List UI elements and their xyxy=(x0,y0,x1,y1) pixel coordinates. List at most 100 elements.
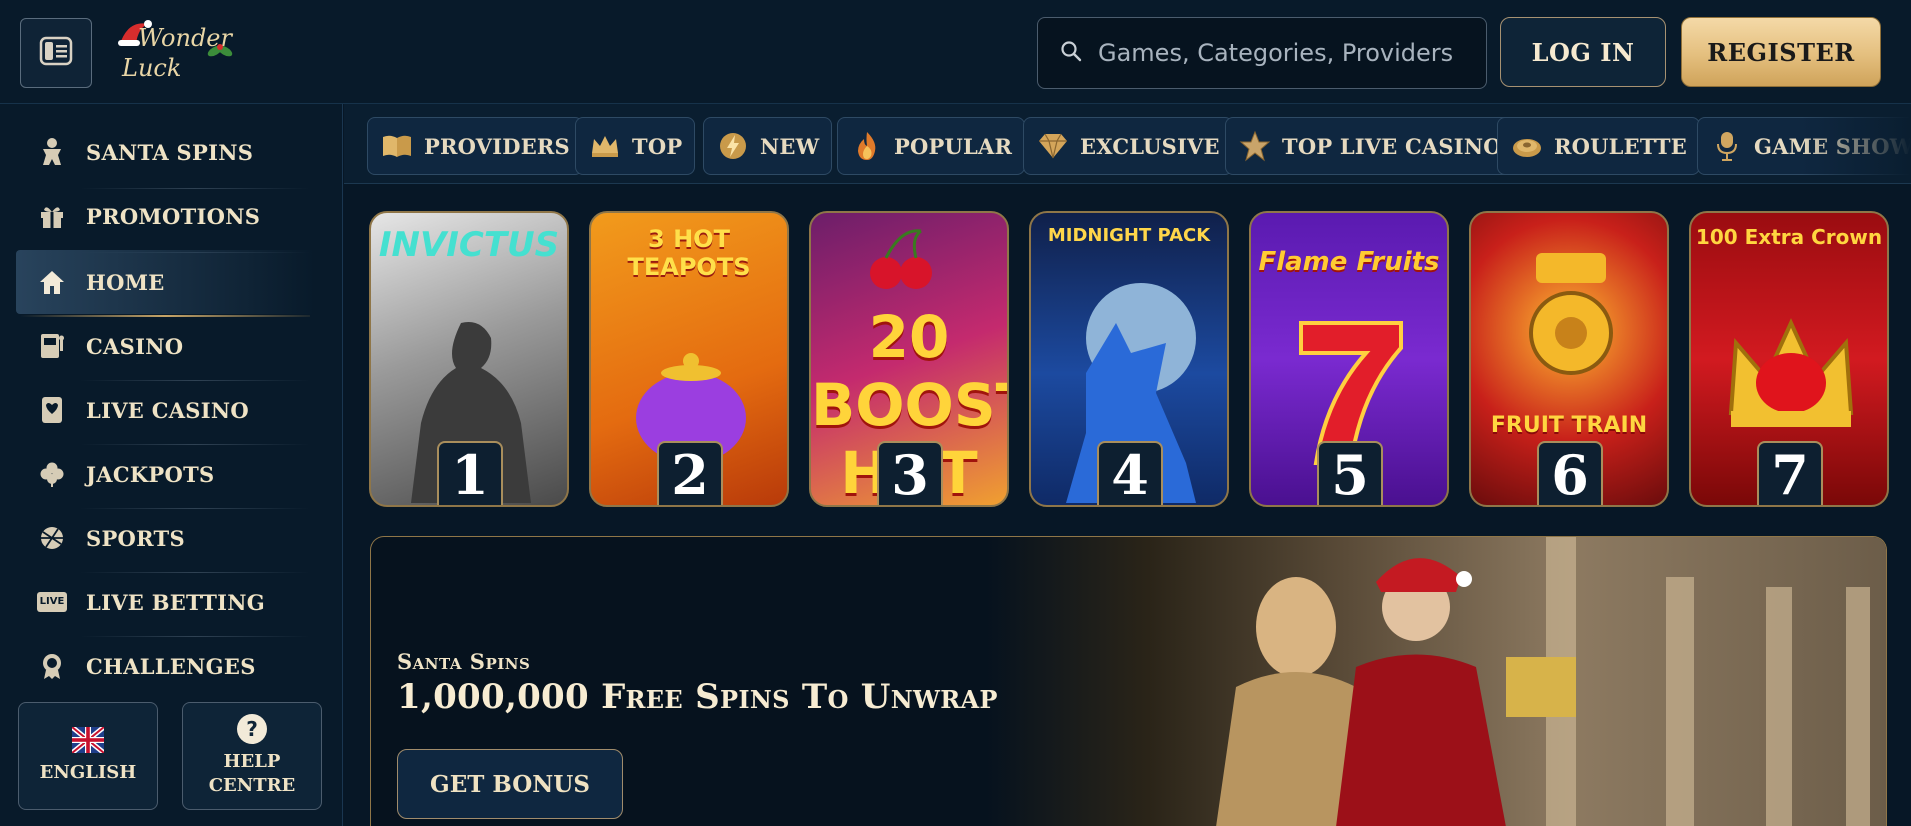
logo-text-luck: Luck xyxy=(122,54,182,82)
category-new[interactable]: NEW xyxy=(703,117,833,175)
register-button[interactable]: REGISTER xyxy=(1681,17,1881,87)
lightning-icon xyxy=(716,129,750,163)
category-top[interactable]: TOP xyxy=(575,117,696,175)
banner-scene-art xyxy=(1216,537,1870,826)
category-exclusive[interactable]: EXCLUSIVE xyxy=(1023,117,1233,175)
sidebar-item-label: LIVE CASINO xyxy=(86,397,249,423)
gingerbread-icon xyxy=(32,132,72,172)
sidebar-item-label: SANTA SPINS xyxy=(86,139,254,165)
sidebar-item-live-betting[interactable]: LIVE LIVE BETTING xyxy=(16,570,316,634)
sidebar-item-promotions[interactable]: PROMOTIONS xyxy=(16,184,316,248)
game-rank: 7 xyxy=(1757,441,1823,505)
help-centre-button[interactable]: ? HELP CENTRE xyxy=(182,702,322,810)
language-label: ENGLISH xyxy=(39,761,137,783)
game-card[interactable]: MIDNIGHT PACK 4 xyxy=(1029,211,1229,507)
sidebar-item-jackpots[interactable]: JACKPOTS xyxy=(16,442,316,506)
sidebar-item-home[interactable]: HOME xyxy=(16,250,316,314)
game-card[interactable]: Flame Fruits 5 xyxy=(1249,211,1449,507)
search-icon xyxy=(1060,40,1082,66)
game-title: INVICTUS xyxy=(378,225,560,265)
star-icon xyxy=(1238,129,1272,163)
cherry-art xyxy=(870,229,932,289)
uk-flag-icon xyxy=(72,726,104,753)
sidebar-item-label: JACKPOTS xyxy=(86,461,215,487)
sidebar-item-label: LIVE BETTING xyxy=(86,589,266,615)
game-card[interactable]: 3 HOT TEAPOTS 2 xyxy=(589,211,789,507)
category-fade xyxy=(1801,104,1911,183)
category-label: PROVIDERS xyxy=(424,133,570,159)
game-title: MIDNIGHT PACK xyxy=(1047,225,1211,246)
clover-icon xyxy=(32,454,72,494)
game-card[interactable]: 20 BOOST HOT 3 xyxy=(809,211,1009,507)
game-rank: 3 xyxy=(877,441,943,505)
category-label: EXCLUSIVE xyxy=(1080,133,1220,159)
game-title: 3 HOT TEAPOTS xyxy=(627,225,751,281)
sidebar-item-label: PROMOTIONS xyxy=(86,203,261,229)
game-card[interactable]: INVICTUS 1 xyxy=(369,211,569,507)
train-art xyxy=(1529,253,1613,375)
sidebar-item-challenges[interactable]: CHALLENGES xyxy=(16,634,316,698)
login-button[interactable]: LOG IN xyxy=(1500,17,1666,87)
gift-icon xyxy=(32,196,72,236)
medal-icon xyxy=(32,646,72,686)
category-label: NEW xyxy=(760,133,820,159)
category-label: ROULETTE xyxy=(1554,133,1687,159)
category-label: TOP xyxy=(632,133,683,159)
sidebar-item-santa-spins[interactable]: SANTA SPINS xyxy=(16,120,316,184)
help-label-line1: HELP xyxy=(223,750,281,772)
sidebar-item-label: HOME xyxy=(86,269,165,295)
category-popular[interactable]: POPULAR xyxy=(837,117,1026,175)
live-badge: LIVE xyxy=(37,592,67,612)
category-top-live-casino[interactable]: TOP LIVE CASINO xyxy=(1225,117,1515,175)
playing-card-icon xyxy=(32,390,72,430)
holly-icon xyxy=(207,44,233,57)
sidebar: SANTA SPINS PROMOTIONS HOME CASINO LIVE … xyxy=(0,104,343,826)
game-card[interactable]: 100 Extra Crown 7 xyxy=(1689,211,1889,507)
search-input[interactable]: Games, Categories, Providers xyxy=(1037,17,1487,89)
game-card[interactable]: FRUIT TRAIN 6 xyxy=(1469,211,1669,507)
game-rank: 5 xyxy=(1317,441,1383,505)
banner-image xyxy=(986,537,1886,826)
game-rank: 1 xyxy=(437,441,503,505)
category-providers[interactable]: PROVIDERS xyxy=(367,117,583,175)
slot-machine-icon xyxy=(32,326,72,366)
sidebar-item-sports[interactable]: SPORTS xyxy=(16,506,316,570)
roulette-icon xyxy=(1510,129,1544,163)
question-icon: ? xyxy=(237,713,267,744)
game-rank: 2 xyxy=(657,441,723,505)
crown-icon xyxy=(588,129,622,163)
category-roulette[interactable]: ROULETTE xyxy=(1497,117,1700,175)
fire-icon xyxy=(850,129,884,163)
game-title: Flame Fruits xyxy=(1258,247,1440,277)
brand-logo[interactable]: Wonder Luck xyxy=(112,14,233,90)
category-label: POPULAR xyxy=(894,133,1013,159)
sidebar-item-casino[interactable]: CASINO xyxy=(16,314,316,378)
top-header: Wonder Luck Games, Categories, Providers… xyxy=(0,0,1911,104)
sidebar-item-label: CASINO xyxy=(86,333,184,359)
game-rank: 6 xyxy=(1537,441,1603,505)
microphone-icon xyxy=(1710,129,1744,163)
get-bonus-button[interactable]: GET BONUS xyxy=(397,749,623,819)
crown-art xyxy=(1728,318,1854,427)
help-label-line2: CENTRE xyxy=(208,775,296,796)
sidebar-toggle-icon xyxy=(39,35,73,71)
sidebar-item-live-casino[interactable]: LIVE CASINO xyxy=(16,378,316,442)
banner-subtitle: Santa Spins xyxy=(397,649,531,674)
search-placeholder: Games, Categories, Providers xyxy=(1098,39,1454,67)
language-button[interactable]: ENGLISH xyxy=(18,702,158,810)
banner-headline: 1,000,000 Free Spins To Unwrap xyxy=(397,677,998,717)
category-label: TOP LIVE CASINO xyxy=(1282,133,1502,159)
live-icon: LIVE xyxy=(32,582,72,622)
category-bar: PROVIDERS TOP NEW POPULAR EXCLUSIVE TOP … xyxy=(344,104,1911,184)
promo-banner[interactable]: Santa Spins 1,000,000 Free Spins To Unwr… xyxy=(370,536,1887,826)
game-title: 100 Extra Crown xyxy=(1695,225,1883,249)
sidebar-item-label: CHALLENGES xyxy=(86,653,256,679)
sidebar-toggle-button[interactable] xyxy=(20,18,92,88)
home-icon xyxy=(32,262,72,302)
game-rank: 4 xyxy=(1097,441,1163,505)
diamond-icon xyxy=(1036,129,1070,163)
book-icon xyxy=(380,129,414,163)
top-games-row: INVICTUS 1 3 HOT TEAPOTS 2 20 BOOST HOT … xyxy=(344,184,1911,524)
sidebar-item-label: SPORTS xyxy=(86,525,185,551)
ball-icon xyxy=(32,518,72,558)
